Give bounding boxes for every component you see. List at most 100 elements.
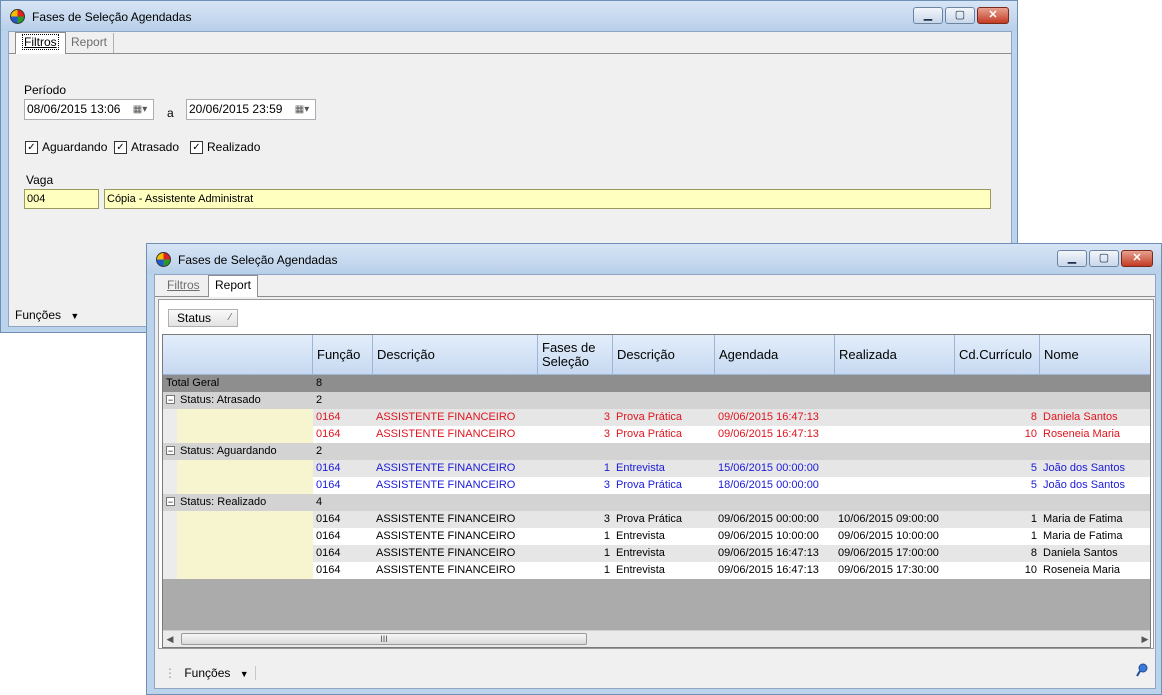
front-window-client: Filtros Report Status ⁄ Função Descrição… — [154, 274, 1156, 689]
total-count: 8 — [316, 377, 323, 389]
group-row[interactable]: − Status: Atrasado 2 — [163, 392, 1150, 409]
report-panel: Status ⁄ Função Descrição Fases de Seleç… — [158, 299, 1154, 649]
vaga-code-input[interactable]: 004 — [24, 189, 99, 209]
table-cell-nome: Maria de Fatima — [1043, 530, 1123, 542]
grid-body: Total Geral 8− Status: Atrasado 2 0164 ASSIST… — [163, 375, 1150, 630]
table-cell-fase: 1 — [603, 462, 610, 474]
row-indicator — [163, 460, 313, 477]
table-row[interactable]: 0164 ASSISTENTE FINANCEIRO 1 Entrevista 09/0… — [163, 545, 1150, 562]
column-header-descricao[interactable]: Descrição — [373, 335, 538, 375]
table-row[interactable]: 0164 ASSISTENTE FINANCEIRO 3 Prova Prática 0… — [163, 409, 1150, 426]
back-window-titlebar[interactable]: Fases de Seleção Agendadas ▁ ▢ ✕ — [1, 1, 1017, 31]
close-button[interactable]: ✕ — [977, 7, 1009, 24]
collapse-icon[interactable]: − — [166, 446, 175, 456]
row-indicator — [163, 477, 313, 494]
table-cell-nome: Roseneia Maria — [1043, 428, 1121, 440]
table-cell-fase: 1 — [603, 530, 610, 542]
calendar-dropdown-icon[interactable]: ▦▾ — [291, 102, 313, 117]
checkbox-realizado[interactable]: ✓ Realizado — [190, 140, 260, 154]
table-cell-nome: João dos Santos — [1043, 462, 1125, 474]
group-label: Status: Atrasado — [180, 394, 261, 406]
front-window-titlebar[interactable]: Fases de Seleção Agendadas ▁ ▢ ✕ — [147, 244, 1161, 274]
row-indicator — [163, 528, 313, 545]
table-cell-agendada: 09/06/2015 00:00:00 — [718, 513, 819, 525]
group-row[interactable]: − Status: Realizado 4 — [163, 494, 1150, 511]
table-row[interactable]: 0164 ASSISTENTE FINANCEIRO 3 Prova Prática 0… — [163, 511, 1150, 528]
table-cell-agendada: 09/06/2015 16:47:13 — [718, 411, 819, 423]
date-from-value: 08/06/2015 13:06 — [27, 102, 121, 116]
column-header-realizada[interactable]: Realizada — [835, 335, 955, 375]
column-header-funcao[interactable]: Função — [313, 335, 373, 375]
report-grid[interactable]: Função Descrição Fases de Seleção Descri… — [162, 334, 1151, 648]
checkmark-icon[interactable]: ✓ — [190, 140, 203, 154]
scrollbar-thumb[interactable]: III — [181, 633, 587, 645]
table-row[interactable]: 0164 ASSISTENTE FINANCEIRO 3 Prova Prática 1… — [163, 477, 1150, 494]
row-indicator — [163, 511, 313, 528]
column-header-fases-de-selecao[interactable]: Fases de Seleção — [538, 335, 613, 375]
maximize-button[interactable]: ▢ — [945, 7, 975, 24]
group-count: 4 — [316, 496, 323, 508]
tab-report[interactable]: Report — [208, 275, 259, 297]
table-row[interactable]: 0164 ASSISTENTE FINANCEIRO 1 Entrevista 09/0… — [163, 562, 1150, 579]
row-indicator — [163, 409, 313, 426]
table-row[interactable]: 0164 ASSISTENTE FINANCEIRO 3 Prova Prática 0… — [163, 426, 1150, 443]
table-cell-descricao: ASSISTENTE FINANCEIRO — [376, 513, 516, 525]
table-cell-nome: Maria de Fatima — [1043, 513, 1123, 525]
checkbox-aguardando[interactable]: ✓ Aguardando — [25, 140, 107, 154]
table-cell-nome: Daniela Santos — [1043, 411, 1118, 423]
table-cell-fase: 3 — [603, 513, 610, 525]
table-cell-fase_desc: Prova Prática — [616, 428, 683, 440]
date-from-picker[interactable]: 08/06/2015 13:06 ▦▾ — [24, 99, 154, 120]
date-to-picker[interactable]: 20/06/2015 23:59 ▦▾ — [186, 99, 316, 120]
scroll-right-arrow-icon[interactable]: ▶ — [1138, 631, 1150, 647]
table-cell-funcao: 0164 — [316, 530, 341, 542]
table-cell-funcao: 0164 — [316, 462, 341, 474]
tab-divider — [9, 53, 1011, 54]
funcoes-menu[interactable]: ⋮ Funções ▼ — [164, 666, 256, 680]
table-cell-descricao: ASSISTENTE FINANCEIRO — [376, 428, 516, 440]
checkmark-icon[interactable]: ✓ — [25, 140, 38, 154]
group-count: 2 — [316, 445, 323, 457]
group-by-status-button[interactable]: Status ⁄ — [168, 309, 238, 327]
collapse-icon[interactable]: − — [166, 395, 175, 405]
tab-filtros[interactable]: Filtros — [161, 276, 206, 296]
search-icon[interactable] — [1136, 663, 1148, 677]
table-cell-funcao: 0164 — [316, 428, 341, 440]
collapse-icon[interactable]: − — [166, 497, 175, 507]
tab-filtros[interactable]: Filtros — [15, 32, 66, 54]
table-cell-descricao: ASSISTENTE FINANCEIRO — [376, 530, 516, 542]
minimize-button[interactable]: ▁ — [1057, 250, 1087, 267]
dropdown-arrow-icon: ▼ — [70, 311, 80, 321]
minimize-button[interactable]: ▁ — [913, 7, 943, 24]
close-button[interactable]: ✕ — [1121, 250, 1153, 267]
vaga-description-input[interactable]: Cópia - Assistente Administrat — [104, 189, 991, 209]
table-cell-fase: 3 — [603, 479, 610, 491]
column-header-agendada[interactable]: Agendada — [715, 335, 835, 375]
maximize-button[interactable]: ▢ — [1089, 250, 1119, 267]
calendar-dropdown-icon[interactable]: ▦▾ — [129, 102, 151, 117]
total-row[interactable]: Total Geral 8 — [163, 375, 1150, 392]
row-indicator-header — [163, 335, 313, 375]
table-cell-realizada: 10/06/2015 09:00:00 — [838, 513, 939, 525]
table-cell-descricao: ASSISTENTE FINANCEIRO — [376, 462, 516, 474]
checkmark-icon[interactable]: ✓ — [114, 140, 127, 154]
table-cell-funcao: 0164 — [316, 513, 341, 525]
table-cell-funcao: 0164 — [316, 547, 341, 559]
tab-report[interactable]: Report — [65, 33, 115, 53]
tab-divider — [155, 296, 1155, 297]
scroll-left-arrow-icon[interactable]: ◀ — [163, 631, 177, 647]
horizontal-scrollbar[interactable]: ◀ III ▶ — [163, 630, 1150, 647]
window-title: Fases de Seleção Agendadas — [178, 253, 338, 267]
table-cell-descricao: ASSISTENTE FINANCEIRO — [376, 547, 516, 559]
column-header-cd-curriculo[interactable]: Cd.Currículo — [955, 335, 1040, 375]
group-row[interactable]: − Status: Aguardando 2 — [163, 443, 1150, 460]
table-row[interactable]: 0164 ASSISTENTE FINANCEIRO 1 Entrevista 09/0… — [163, 528, 1150, 545]
column-header-nome[interactable]: Nome — [1040, 335, 1150, 375]
column-header-fase-descricao[interactable]: Descrição — [613, 335, 715, 375]
funcoes-menu[interactable]: Funções ▼ — [15, 308, 79, 322]
table-row[interactable]: 0164 ASSISTENTE FINANCEIRO 1 Entrevista 15/0… — [163, 460, 1150, 477]
table-cell-fase_desc: Prova Prática — [616, 513, 683, 525]
table-cell-fase_desc: Prova Prática — [616, 479, 683, 491]
checkbox-atrasado[interactable]: ✓ Atrasado — [114, 140, 179, 154]
table-cell-fase_desc: Entrevista — [616, 547, 665, 559]
